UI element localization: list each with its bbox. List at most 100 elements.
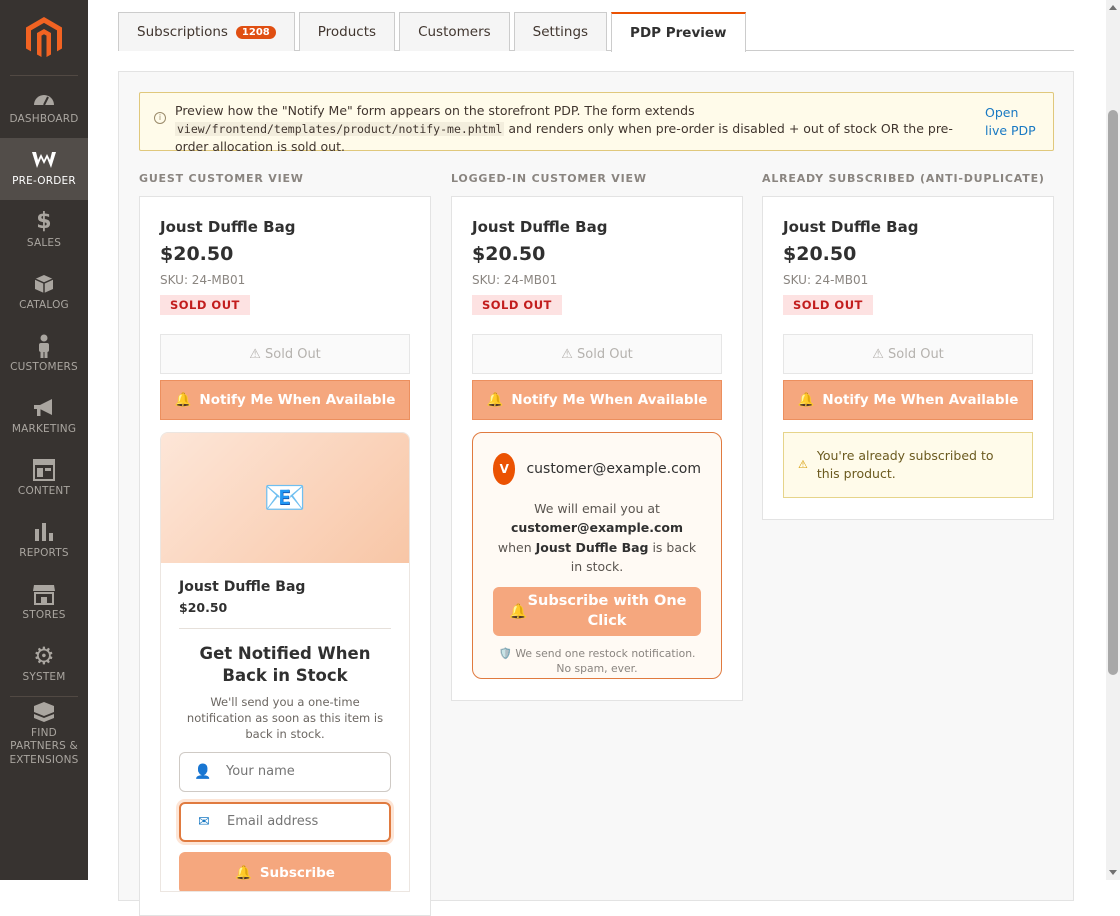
nav-label: MARKETING	[11, 423, 77, 436]
magento-logo-icon	[26, 16, 62, 57]
product-price: $20.50	[783, 243, 857, 265]
bell-icon: 🔔	[797, 392, 815, 408]
form-hero: 📧	[161, 433, 409, 563]
nav-label: PRE-ORDER	[12, 175, 76, 188]
nav-label: FIND PARTNERS & EXTENSIONS	[9, 726, 79, 766]
product-price: $20.50	[472, 243, 546, 265]
sold-out-button: ⚠ Sold Out	[160, 334, 410, 374]
nav-content[interactable]: CONTENT	[0, 448, 88, 510]
sold-out-badge: SOLD OUT	[160, 295, 250, 315]
product-sku: SKU: 24-MB01	[783, 273, 869, 287]
nav-label: DASHBOARD	[9, 113, 79, 126]
tab-subscriptions[interactable]: Subscriptions 1208	[118, 12, 295, 51]
tab-label: PDP Preview	[630, 25, 727, 41]
name-field[interactable]: 👤	[179, 751, 391, 792]
already-subscribed-notice: ⚠ You're already subscribed to this prod…	[783, 432, 1033, 498]
sold-out-badge: SOLD OUT	[783, 295, 873, 315]
product-price: $20.50	[160, 243, 234, 265]
info-icon: i	[154, 112, 166, 124]
product-sku: SKU: 24-MB01	[160, 273, 246, 287]
product-title: Joust Duffle Bag	[472, 218, 608, 236]
notify-button-label: Notify Me When Available	[822, 392, 1019, 408]
tab-customers[interactable]: Customers	[399, 12, 510, 51]
envelope-icon: 📧	[263, 478, 307, 518]
admin-sidebar: DASHBOARD PRE-ORDER $ SALES CATALOG CUST…	[0, 0, 88, 880]
product-sku: SKU: 24-MB01	[472, 273, 558, 287]
magento-logo[interactable]	[10, 0, 78, 76]
nav-catalog[interactable]: CATALOG	[0, 262, 88, 324]
nav-marketing[interactable]: MARKETING	[0, 386, 88, 448]
sold-out-button: ⚠ Sold Out	[472, 334, 722, 374]
layout-icon	[33, 459, 55, 482]
bell-icon: 🔔	[486, 392, 504, 408]
info-text: Preview how the "Notify Me" form appears…	[175, 102, 967, 156]
nav-label: STORES	[22, 609, 66, 622]
person-icon	[37, 334, 51, 359]
notify-me-button[interactable]: 🔔 Notify Me When Available	[160, 380, 410, 420]
message-product: Joust Duffle Bag	[535, 539, 649, 555]
subscribe-button[interactable]: 🔔 Subscribe	[179, 851, 391, 891]
scrollbar-thumb[interactable]	[1108, 110, 1118, 675]
tab-settings[interactable]: Settings	[513, 12, 608, 51]
pre-order-icon	[31, 149, 57, 171]
count-badge: 1208	[235, 25, 276, 39]
email-input[interactable]	[225, 813, 375, 831]
logged-in-view-label: LOGGED-IN CUSTOMER VIEW	[451, 172, 647, 185]
form-heading: Get Notified When Back in Stock	[199, 644, 371, 686]
nav-system[interactable]: ⚙ SYSTEM	[0, 634, 88, 696]
tab-label: Settings	[532, 24, 589, 40]
tab-label: Subscriptions	[137, 24, 228, 40]
avatar: V	[493, 453, 516, 485]
notify-me-button[interactable]: 🔔 Notify Me When Available	[783, 380, 1033, 420]
nav-label: CATALOG	[19, 299, 69, 312]
form-product-title: Joust Duffle Bag	[179, 579, 306, 595]
nav-sales[interactable]: $ SALES	[0, 200, 88, 262]
already-subscribed-view-label: ALREADY SUBSCRIBED (ANTI-DUPLICATE)	[762, 172, 1045, 185]
nav-pre-order[interactable]: PRE-ORDER	[0, 138, 88, 200]
nav-label: REPORTS	[19, 547, 69, 560]
info-text-part: Preview how the "Notify Me" form appears…	[175, 103, 695, 118]
nav-find-partners[interactable]: FIND PARTNERS & EXTENSIONS	[0, 697, 88, 771]
one-click-subscribe-button[interactable]: 🔔 Subscribe with One Click	[493, 586, 701, 636]
nav-stores[interactable]: STORES	[0, 572, 88, 634]
notify-me-button[interactable]: 🔔 Notify Me When Available	[472, 380, 722, 420]
gear-icon: ⚙	[33, 641, 55, 670]
product-title: Joust Duffle Bag	[160, 218, 296, 236]
form-description: We'll send you a one-time notification a…	[186, 694, 384, 741]
confirmation-message: We will email you at customer@example.co…	[493, 499, 701, 577]
store-icon	[32, 583, 56, 606]
name-input[interactable]	[224, 763, 374, 781]
nav-label: SYSTEM	[22, 671, 66, 684]
message-text: when	[497, 539, 536, 555]
tab-pdp-preview[interactable]: PDP Preview	[611, 12, 746, 52]
nav-label: CONTENT	[17, 485, 71, 498]
customer-email: customer@example.com	[526, 461, 701, 477]
bell-icon: 🔔	[509, 603, 528, 620]
email-field[interactable]: ✉	[179, 801, 391, 842]
tab-label: Customers	[418, 24, 491, 40]
spam-note: 🛡️ We send one restock notification. No …	[493, 646, 701, 676]
scroll-up-arrow-icon[interactable]	[1109, 5, 1117, 10]
open-live-pdp-link[interactable]: Open live PDP	[985, 104, 1041, 139]
bar-chart-icon	[33, 521, 55, 543]
guest-preview-card: Joust Duffle Bag $20.50 SKU: 24-MB01 SOL…	[139, 196, 431, 916]
pdp-preview-panel: i Preview how the "Notify Me" form appea…	[118, 71, 1074, 916]
sold-out-button: ⚠ Sold Out	[783, 334, 1033, 374]
form-product-price: $20.50	[179, 600, 391, 629]
scroll-down-arrow-icon[interactable]	[1109, 870, 1117, 875]
nav-label: SALES	[26, 237, 62, 250]
nav-reports[interactable]: REPORTS	[0, 510, 88, 572]
tab-products[interactable]: Products	[298, 12, 396, 51]
nav-customers[interactable]: CUSTOMERS	[0, 324, 88, 386]
dollar-icon: $	[36, 208, 52, 234]
vertical-scrollbar[interactable]	[1106, 0, 1120, 880]
note-text: We send one restock notification. No spa…	[515, 646, 696, 675]
user-icon: 👤	[194, 763, 212, 780]
guest-view-label: GUEST CUSTOMER VIEW	[139, 172, 304, 185]
tab-bar: Subscriptions 1208 Products Customers Se…	[118, 12, 1074, 52]
box-icon	[34, 273, 54, 295]
warning-icon: ⚠	[798, 458, 808, 472]
already-subscribed-message: You're already subscribed to this produc…	[816, 447, 994, 481]
nav-dashboard[interactable]: DASHBOARD	[0, 76, 88, 138]
megaphone-icon	[32, 397, 56, 419]
